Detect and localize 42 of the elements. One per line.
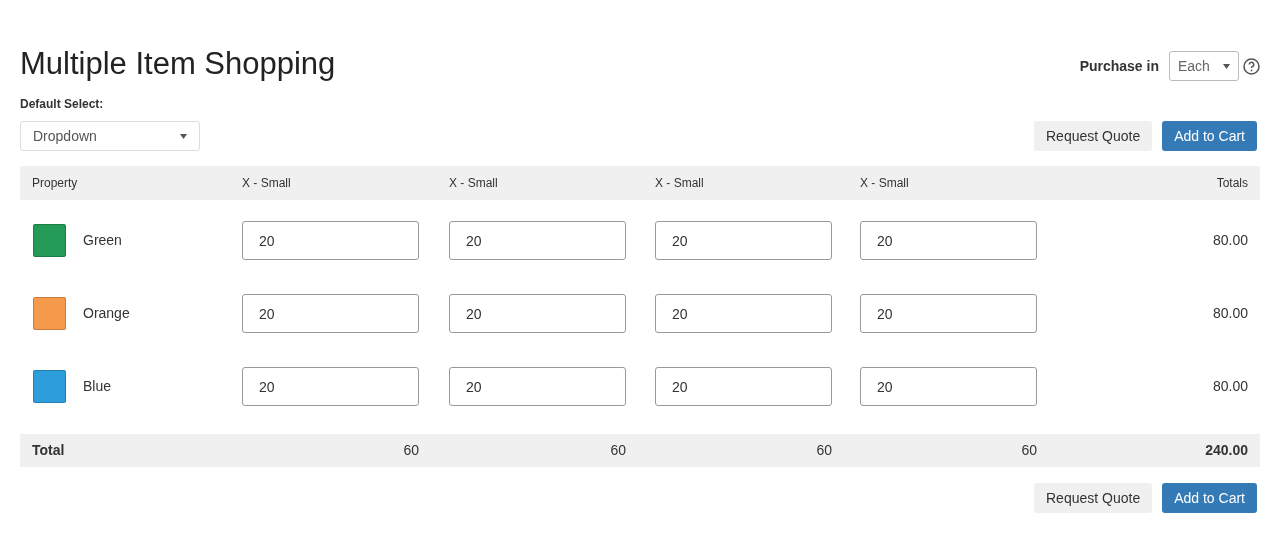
add-to-cart-button[interactable]: Add to Cart [1162, 121, 1257, 151]
column-header: X - Small [860, 176, 909, 190]
quantity-field[interactable]: 20 [655, 294, 832, 333]
page-title: Multiple Item Shopping [20, 45, 336, 83]
quantity-field[interactable]: 20 [860, 367, 1037, 406]
column-header: X - Small [449, 176, 498, 190]
row-total: 80.00 [1212, 305, 1248, 321]
caret-icon [180, 133, 187, 139]
request-quote-button[interactable]: Request Quote [1034, 483, 1153, 513]
add-to-cart-button[interactable]: Add to Cart [1162, 483, 1257, 513]
quantity-field[interactable]: 20 [242, 221, 419, 260]
row-total: 80.00 [1212, 232, 1248, 248]
property-name: Blue [83, 377, 112, 396]
row-total: 80.00 [1212, 378, 1248, 394]
property-name: Orange [83, 304, 130, 323]
column-sum: 60 [1021, 442, 1037, 458]
help-icon [1243, 57, 1260, 75]
column-header: Totals [1216, 176, 1248, 190]
request-quote-button[interactable]: Request Quote [1034, 121, 1153, 151]
quantity-field[interactable]: 20 [242, 294, 419, 333]
default-select-label: Default Select: [20, 96, 105, 113]
grand-total: 240.00 [1205, 442, 1248, 458]
caret-icon [1223, 63, 1230, 69]
quantity-field[interactable]: 20 [449, 221, 626, 260]
unit-dropdown[interactable]: Each [1169, 51, 1239, 81]
column-sum: 60 [610, 442, 626, 458]
column-sum: 60 [816, 442, 832, 458]
quantity-field[interactable]: 20 [449, 294, 626, 333]
column-header: Property [32, 176, 78, 190]
quantity-field[interactable]: 20 [655, 221, 832, 260]
quantity-field[interactable]: 20 [242, 367, 419, 406]
quantity-field[interactable]: 20 [860, 294, 1037, 333]
quantity-field[interactable]: 20 [860, 221, 1037, 260]
quantity-field[interactable]: 20 [655, 367, 832, 406]
purchase-in-label: Purchase in [1079, 56, 1159, 76]
total-label: Total [32, 442, 65, 458]
column-header: X - Small [242, 176, 291, 190]
property-name: Green [83, 231, 122, 250]
default-select-dropdown[interactable]: Dropdown [20, 121, 200, 151]
column-sum: 60 [403, 442, 419, 458]
column-header: X - Small [655, 176, 704, 190]
quantity-field[interactable]: 20 [449, 367, 626, 406]
